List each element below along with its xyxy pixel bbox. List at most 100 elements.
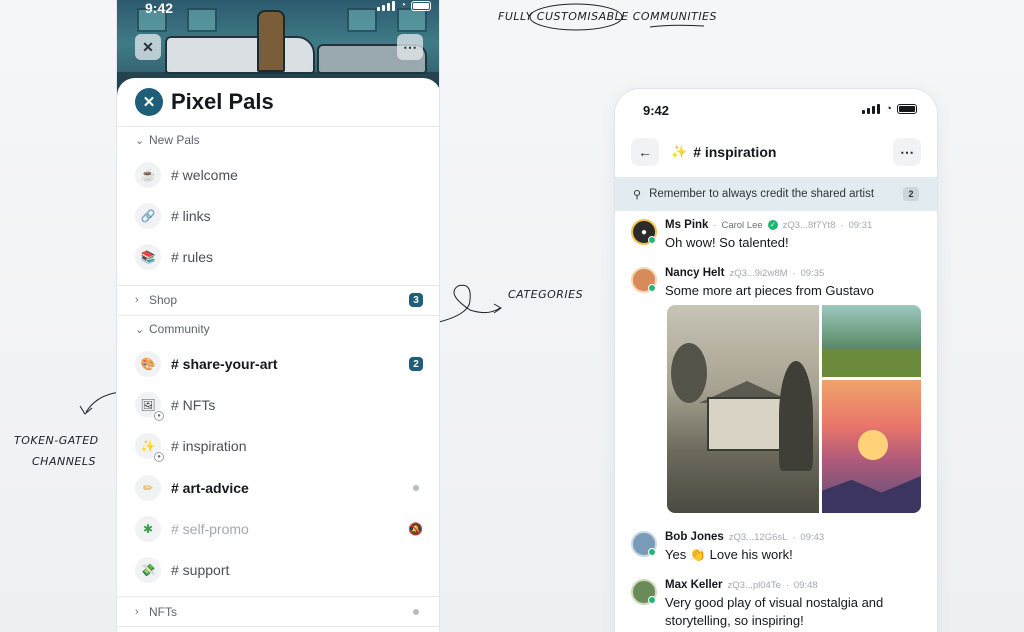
more-options-button[interactable]: ⋯ [397, 34, 423, 60]
unread-dot [413, 609, 419, 615]
channel-name: # links [171, 208, 211, 224]
channel-share-your-art[interactable]: 🎨 # share-your-art 2 [135, 349, 423, 379]
message-author[interactable]: Nancy Helt [665, 267, 724, 279]
channel-title: # inspiration [693, 144, 777, 160]
community-name: Pixel Pals [171, 89, 274, 114]
pin-icon: ⚲ [633, 188, 642, 201]
gallery-image-sunset[interactable] [822, 380, 921, 513]
community-phone: 9:42 ◔ ✕ ⋯ ✕ Pixel Pals ⌄ New Pals ☕ # w… [116, 0, 440, 632]
verified-icon: ✓ [767, 220, 778, 230]
message-address: zQ3...pl04Te [727, 579, 781, 591]
channel-support[interactable]: 💸 # support [135, 555, 423, 585]
headline: FULLY CUSTOMISABLE COMMUNITIES [498, 10, 717, 23]
online-indicator [648, 236, 656, 244]
category-new-pals[interactable]: ⌄ New Pals [135, 130, 423, 150]
message-time: 09:48 [793, 579, 818, 591]
status-icons: ◔ [376, 0, 431, 11]
message-address: zQ3...9i2w8M [729, 267, 788, 279]
chevron-down-icon: ⌄ [135, 323, 145, 336]
message-text: Some more art pieces from Gustavo [665, 283, 874, 298]
more-icon: ⋯ [403, 38, 417, 55]
token-arrowhead [79, 405, 93, 415]
separator: · [792, 532, 796, 542]
category-shop[interactable]: › Shop 3 [135, 290, 423, 310]
avatar[interactable] [631, 531, 657, 557]
message-author[interactable]: Max Keller [665, 579, 723, 591]
separator: · [792, 268, 796, 278]
message-item[interactable]: ● Ms Pink · Carol Lee ✓ zQ3...8f7Yt8 · 0… [631, 219, 923, 252]
message-time: 09:31 [848, 219, 873, 231]
channel-emoji: 🖼 [140, 398, 156, 412]
channel-art-advice[interactable]: ✏ # art-advice [135, 473, 423, 503]
online-indicator [648, 596, 656, 604]
status-time: 9:42 [643, 103, 670, 118]
gallery-image-village[interactable] [822, 305, 921, 377]
coffee-icon: ☕ [135, 162, 161, 188]
message-nickname: Carol Lee [721, 219, 763, 231]
pencil-icon: ✏ [135, 475, 161, 501]
category-label: New Pals [149, 133, 200, 147]
channel-welcome[interactable]: ☕ # welcome [135, 160, 423, 190]
channel-name: # rules [171, 249, 214, 265]
sparkles-icon: ✨ ● [135, 433, 164, 462]
category-nfts[interactable]: › NFTs [135, 602, 423, 622]
annotation-categories: CATEGORIES [508, 288, 584, 301]
link-icon: 🔗 [135, 203, 161, 229]
avatar[interactable] [631, 579, 657, 605]
lock-icon: ● [154, 452, 164, 462]
categories-arrowhead [493, 303, 502, 314]
category-label: Shop [149, 293, 178, 307]
online-indicator [648, 284, 656, 292]
message-text: Very good play of visual nostalgia and s… [665, 595, 884, 628]
message-author[interactable]: Bob Jones [665, 531, 724, 543]
message-item[interactable]: Max Keller zQ3...pl04Te · 09:48 Very goo… [631, 579, 923, 629]
channel-emoji: ✨ [140, 439, 156, 453]
message-author[interactable]: Ms Pink [665, 219, 708, 231]
avatar[interactable] [631, 267, 657, 293]
channel-name: # NFTs [171, 397, 216, 413]
online-indicator [648, 548, 656, 556]
status-icons: ◔ [862, 103, 917, 115]
close-button[interactable]: ✕ [135, 34, 161, 60]
pinned-message-bar[interactable]: ⚲ Remember to always credit the shared a… [615, 177, 937, 211]
lock-icon: ● [154, 411, 164, 421]
image-gallery[interactable] [667, 305, 921, 513]
picture-icon: 🖼 ● [135, 392, 164, 421]
chat-topbar: ← ✨ # inspiration ⋯ [631, 137, 921, 167]
annotation-token-gated-1: TOKEN-GATED [14, 434, 99, 447]
category-community[interactable]: ⌄ Community [135, 319, 423, 339]
more-options-button[interactable]: ⋯ [893, 138, 921, 166]
separator: · [840, 220, 844, 230]
message-text: Yes 👏 Love his work! [665, 547, 793, 562]
avatar[interactable]: ● [631, 219, 657, 245]
channel-name: # welcome [171, 167, 238, 183]
channel-rules[interactable]: 📚 # rules [135, 242, 423, 272]
separator: · [713, 220, 717, 230]
arrow-left-icon: ← [638, 144, 652, 160]
channel-links[interactable]: 🔗 # links [135, 201, 423, 231]
message-item[interactable]: Bob Jones zQ3...12G6sL · 09:43 Yes 👏 Lov… [631, 531, 923, 564]
message-time: 09:43 [800, 531, 825, 543]
gallery-image-farmhouse[interactable] [667, 305, 819, 513]
puzzle-icon: ✱ [135, 516, 161, 542]
channel-name: # art-advice [171, 480, 249, 496]
back-button[interactable]: ← [631, 138, 659, 166]
channel-nfts[interactable]: 🖼 ● # NFTs [135, 390, 423, 421]
chevron-right-icon: › [135, 294, 139, 306]
headline-underline [649, 24, 705, 28]
signal-icon [862, 104, 881, 114]
channel-inspiration[interactable]: ✨ ● # inspiration [135, 431, 423, 462]
community-header: ✕ Pixel Pals [135, 88, 274, 116]
channel-name: # share-your-art [171, 356, 278, 372]
annotation-token-gated-2: CHANNELS [32, 455, 96, 468]
category-label: NFTs [149, 605, 177, 619]
chevron-down-icon: ⌄ [135, 134, 145, 147]
separator: · [785, 580, 789, 590]
books-icon: 📚 [135, 244, 161, 270]
channel-list-sheet: ✕ Pixel Pals ⌄ New Pals ☕ # welcome 🔗 # … [117, 78, 439, 632]
message-item[interactable]: Nancy Helt zQ3...9i2w8M · 09:35 Some mor… [631, 267, 923, 300]
close-icon: ✕ [142, 38, 154, 55]
channel-self-promo[interactable]: ✱ # self-promo 🔕 [135, 514, 423, 544]
more-icon: ⋯ [900, 143, 914, 160]
palette-icon: 🎨 [135, 351, 161, 377]
